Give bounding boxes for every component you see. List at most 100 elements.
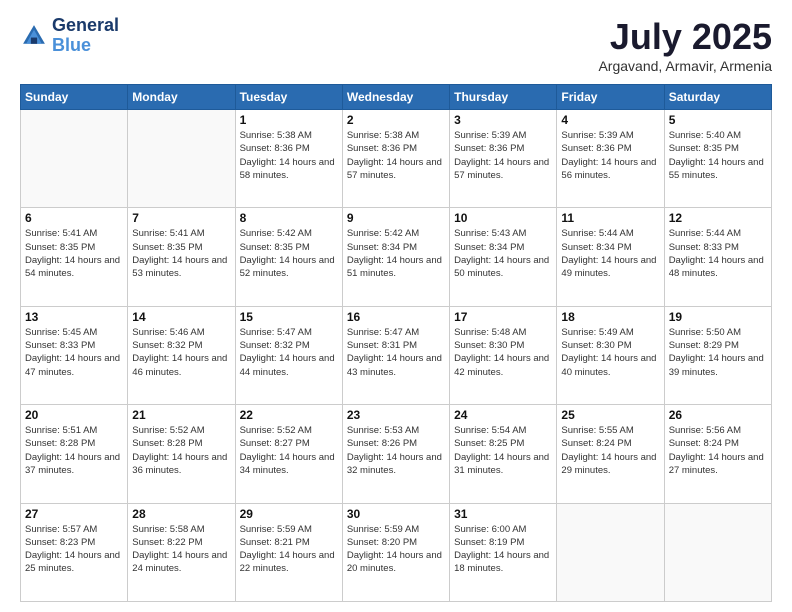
logo-line2: Blue: [52, 36, 119, 56]
day-info: Sunrise: 5:52 AM Sunset: 8:28 PM Dayligh…: [132, 424, 230, 477]
day-number: 10: [454, 211, 552, 225]
calendar-cell: [664, 503, 771, 601]
header: General Blue July 2025 Argavand, Armavir…: [20, 16, 772, 74]
calendar-cell: 18 Sunrise: 5:49 AM Sunset: 8:30 PM Dayli…: [557, 306, 664, 404]
day-number: 25: [561, 408, 659, 422]
calendar-cell: 5 Sunrise: 5:40 AM Sunset: 8:35 PM Daylig…: [664, 110, 771, 208]
day-number: 15: [240, 310, 338, 324]
calendar-cell: 26Sunrise: 5:56 AM Sunset: 8:24 PM Dayli…: [664, 405, 771, 503]
calendar-day-header: Friday: [557, 85, 664, 110]
calendar-cell: 14Sunrise: 5:46 AM Sunset: 8:32 PM Dayli…: [128, 306, 235, 404]
day-number: 18: [561, 310, 659, 324]
calendar-cell: 19 Sunrise: 5:50 AM Sunset: 8:29 PM Dayli…: [664, 306, 771, 404]
day-number: 5: [669, 113, 767, 127]
calendar-cell: 2 Sunrise: 5:38 AM Sunset: 8:36 PM Daylig…: [342, 110, 449, 208]
calendar-cell: 21 Sunrise: 5:52 AM Sunset: 8:28 PM Dayli…: [128, 405, 235, 503]
day-info: Sunrise: 5:59 AM Sunset: 8:21 PM Dayligh…: [240, 523, 338, 576]
day-info: Sunrise: 5:49 AM Sunset: 8:30 PM Dayligh…: [561, 326, 659, 379]
day-info: Sunrise: 5:52 AM Sunset: 8:27 PM Dayligh…: [240, 424, 338, 477]
title-block: July 2025 Argavand, Armavir, Armenia: [598, 16, 772, 74]
day-info: Sunrise: 5:47 AM Sunset: 8:31 PM Dayligh…: [347, 326, 445, 379]
calendar-cell: 29 Sunrise: 5:59 AM Sunset: 8:21 PM Dayli…: [235, 503, 342, 601]
day-info: Sunrise: 5:40 AM Sunset: 8:35 PM Dayligh…: [669, 129, 767, 182]
calendar-cell: 12Sunrise: 5:44 AM Sunset: 8:33 PM Dayli…: [664, 208, 771, 306]
calendar-week-row: 27 Sunrise: 5:57 AM Sunset: 8:23 PM Dayli…: [21, 503, 772, 601]
day-info: Sunrise: 5:39 AM Sunset: 8:36 PM Dayligh…: [561, 129, 659, 182]
day-number: 17: [454, 310, 552, 324]
day-info: Sunrise: 5:57 AM Sunset: 8:23 PM Dayligh…: [25, 523, 123, 576]
day-number: 14: [132, 310, 230, 324]
day-number: 13: [25, 310, 123, 324]
calendar-cell: 17 Sunrise: 5:48 AM Sunset: 8:30 PM Dayli…: [450, 306, 557, 404]
calendar-cell: 6Sunrise: 5:41 AM Sunset: 8:35 PM Daylig…: [21, 208, 128, 306]
day-info: Sunrise: 5:44 AM Sunset: 8:34 PM Dayligh…: [561, 227, 659, 280]
calendar-day-header: Saturday: [664, 85, 771, 110]
day-number: 8: [240, 211, 338, 225]
calendar-cell: 11 Sunrise: 5:44 AM Sunset: 8:34 PM Dayli…: [557, 208, 664, 306]
calendar-cell: 8 Sunrise: 5:42 AM Sunset: 8:35 PM Daylig…: [235, 208, 342, 306]
day-number: 27: [25, 507, 123, 521]
calendar-cell: 9Sunrise: 5:42 AM Sunset: 8:34 PM Daylig…: [342, 208, 449, 306]
day-number: 2: [347, 113, 445, 127]
calendar-cell: 24Sunrise: 5:54 AM Sunset: 8:25 PM Dayli…: [450, 405, 557, 503]
day-info: Sunrise: 5:54 AM Sunset: 8:25 PM Dayligh…: [454, 424, 552, 477]
day-info: Sunrise: 5:58 AM Sunset: 8:22 PM Dayligh…: [132, 523, 230, 576]
calendar-day-header: Sunday: [21, 85, 128, 110]
day-number: 7: [132, 211, 230, 225]
day-number: 21: [132, 408, 230, 422]
day-info: Sunrise: 6:00 AM Sunset: 8:19 PM Dayligh…: [454, 523, 552, 576]
day-number: 9: [347, 211, 445, 225]
day-info: Sunrise: 5:41 AM Sunset: 8:35 PM Dayligh…: [132, 227, 230, 280]
calendar-cell: 16 Sunrise: 5:47 AM Sunset: 8:31 PM Dayli…: [342, 306, 449, 404]
logo-text: General Blue: [52, 16, 119, 56]
calendar-cell: 1 Sunrise: 5:38 AM Sunset: 8:36 PM Daylig…: [235, 110, 342, 208]
day-number: 1: [240, 113, 338, 127]
calendar-table: SundayMondayTuesdayWednesdayThursdayFrid…: [20, 84, 772, 602]
calendar-cell: [21, 110, 128, 208]
day-number: 20: [25, 408, 123, 422]
day-info: Sunrise: 5:44 AM Sunset: 8:33 PM Dayligh…: [669, 227, 767, 280]
logo-line1: General: [52, 16, 119, 36]
day-info: Sunrise: 5:56 AM Sunset: 8:24 PM Dayligh…: [669, 424, 767, 477]
calendar-cell: 27 Sunrise: 5:57 AM Sunset: 8:23 PM Dayli…: [21, 503, 128, 601]
calendar-day-header: Thursday: [450, 85, 557, 110]
calendar-header-row: SundayMondayTuesdayWednesdayThursdayFrid…: [21, 85, 772, 110]
calendar-cell: 31 Sunrise: 6:00 AM Sunset: 8:19 PM Dayli…: [450, 503, 557, 601]
day-info: Sunrise: 5:59 AM Sunset: 8:20 PM Dayligh…: [347, 523, 445, 576]
logo-icon: [20, 22, 48, 50]
calendar-cell: [557, 503, 664, 601]
day-number: 4: [561, 113, 659, 127]
day-number: 28: [132, 507, 230, 521]
day-number: 31: [454, 507, 552, 521]
day-info: Sunrise: 5:43 AM Sunset: 8:34 PM Dayligh…: [454, 227, 552, 280]
calendar-week-row: 1 Sunrise: 5:38 AM Sunset: 8:36 PM Daylig…: [21, 110, 772, 208]
day-info: Sunrise: 5:53 AM Sunset: 8:26 PM Dayligh…: [347, 424, 445, 477]
day-number: 23: [347, 408, 445, 422]
calendar-cell: 10 Sunrise: 5:43 AM Sunset: 8:34 PM Dayli…: [450, 208, 557, 306]
day-info: Sunrise: 5:38 AM Sunset: 8:36 PM Dayligh…: [347, 129, 445, 182]
day-number: 19: [669, 310, 767, 324]
calendar-cell: 7 Sunrise: 5:41 AM Sunset: 8:35 PM Daylig…: [128, 208, 235, 306]
day-number: 11: [561, 211, 659, 225]
calendar-day-header: Wednesday: [342, 85, 449, 110]
day-info: Sunrise: 5:55 AM Sunset: 8:24 PM Dayligh…: [561, 424, 659, 477]
day-info: Sunrise: 5:38 AM Sunset: 8:36 PM Dayligh…: [240, 129, 338, 182]
day-info: Sunrise: 5:48 AM Sunset: 8:30 PM Dayligh…: [454, 326, 552, 379]
day-info: Sunrise: 5:42 AM Sunset: 8:35 PM Dayligh…: [240, 227, 338, 280]
day-info: Sunrise: 5:51 AM Sunset: 8:28 PM Dayligh…: [25, 424, 123, 477]
day-number: 16: [347, 310, 445, 324]
day-info: Sunrise: 5:39 AM Sunset: 8:36 PM Dayligh…: [454, 129, 552, 182]
calendar-cell: 30 Sunrise: 5:59 AM Sunset: 8:20 PM Dayli…: [342, 503, 449, 601]
day-number: 6: [25, 211, 123, 225]
day-info: Sunrise: 5:50 AM Sunset: 8:29 PM Dayligh…: [669, 326, 767, 379]
logo: General Blue: [20, 16, 119, 56]
day-info: Sunrise: 5:47 AM Sunset: 8:32 PM Dayligh…: [240, 326, 338, 379]
calendar-cell: 13Sunrise: 5:45 AM Sunset: 8:33 PM Dayli…: [21, 306, 128, 404]
calendar-cell: 28 Sunrise: 5:58 AM Sunset: 8:22 PM Dayli…: [128, 503, 235, 601]
calendar-cell: 25 Sunrise: 5:55 AM Sunset: 8:24 PM Dayli…: [557, 405, 664, 503]
day-number: 29: [240, 507, 338, 521]
day-number: 30: [347, 507, 445, 521]
page: General Blue July 2025 Argavand, Armavir…: [0, 0, 792, 612]
location: Argavand, Armavir, Armenia: [598, 58, 772, 74]
calendar-day-header: Tuesday: [235, 85, 342, 110]
